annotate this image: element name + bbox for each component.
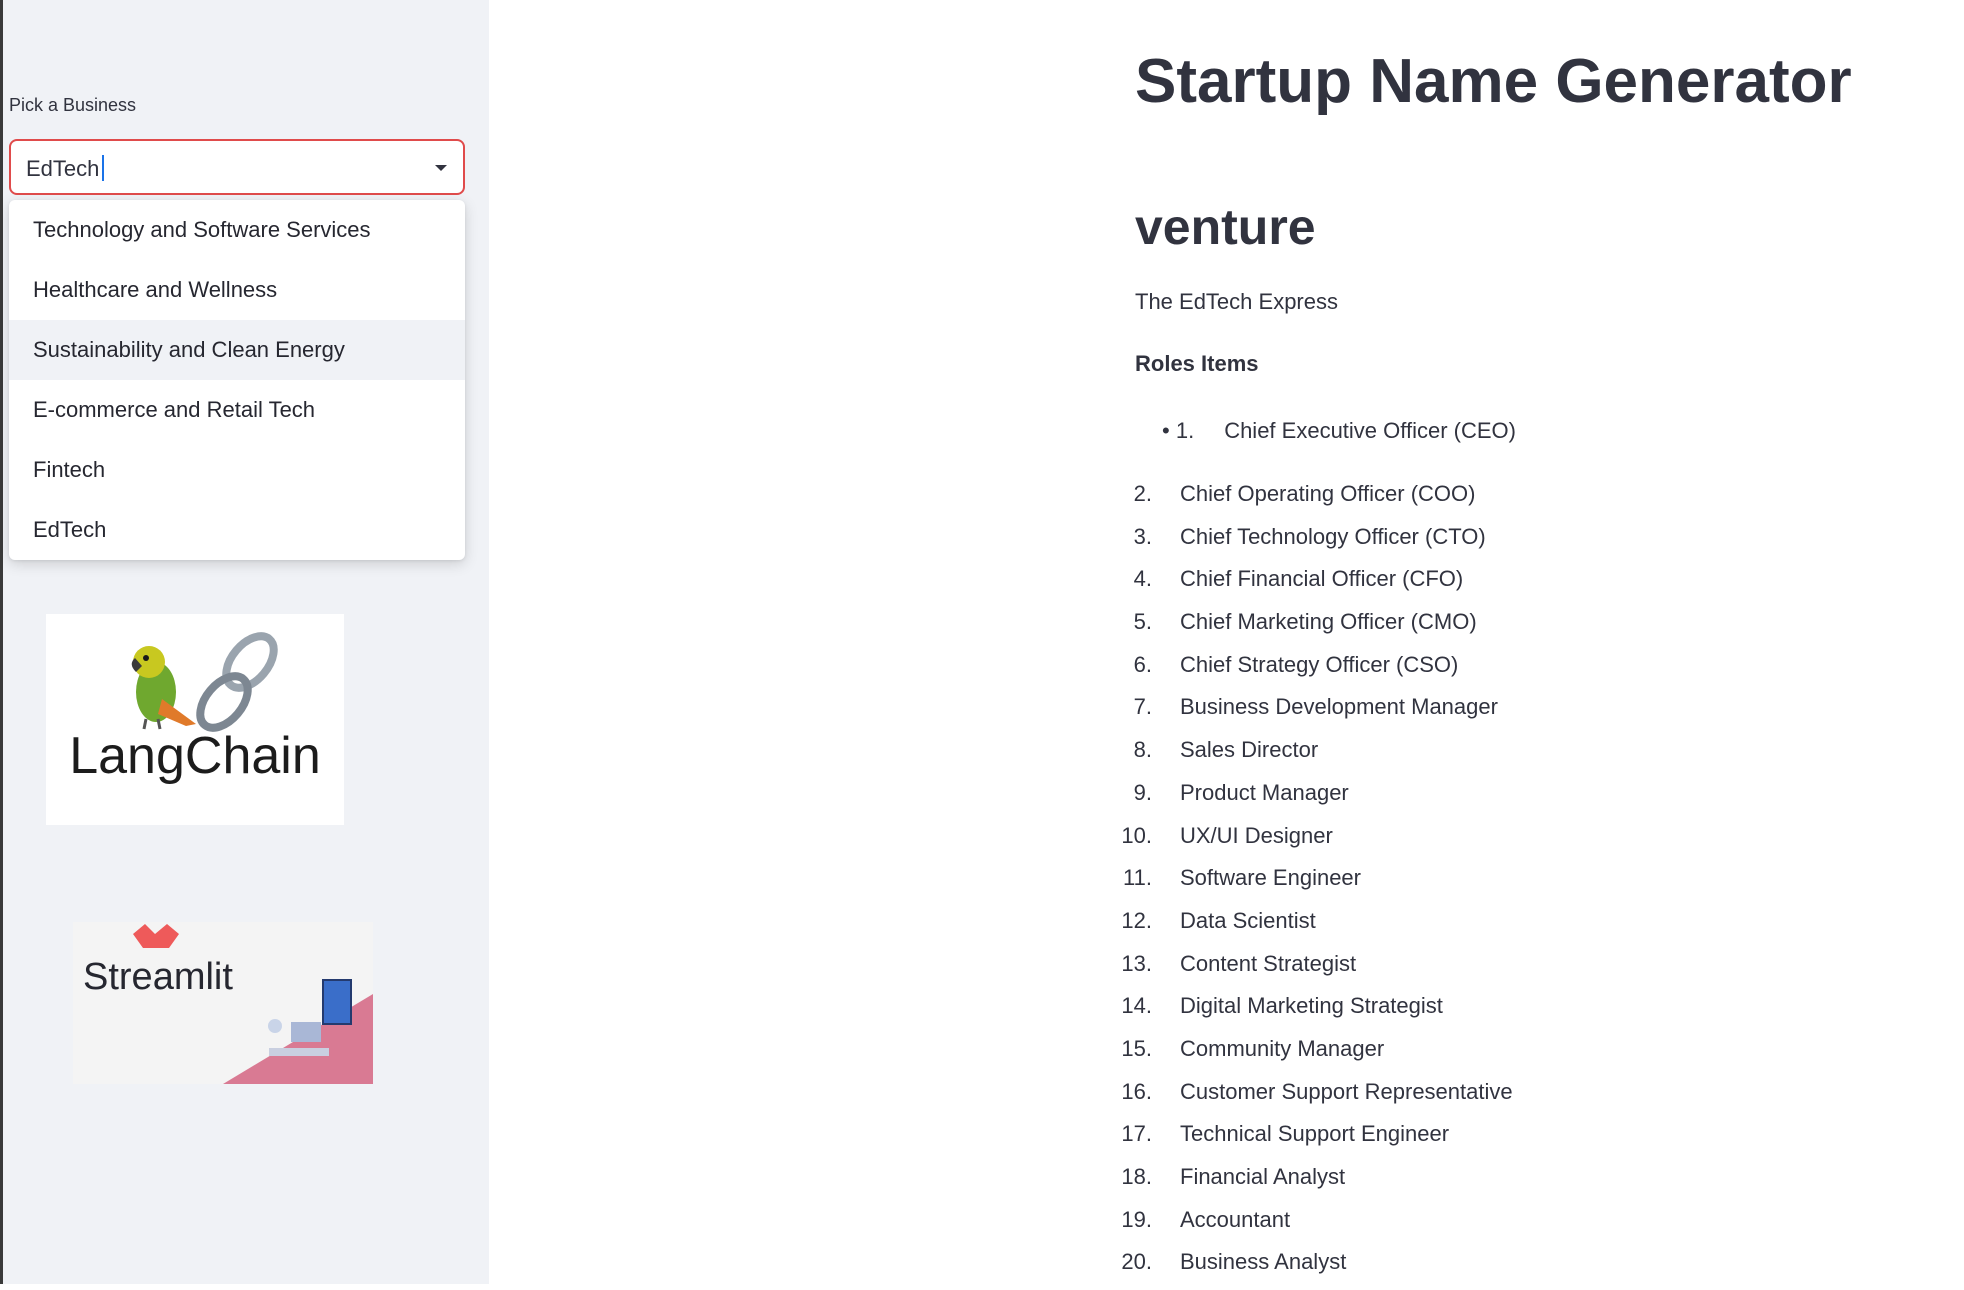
list-item: 4. Chief Financial Officer (CFO) bbox=[1100, 564, 1513, 607]
list-text: Product Manager bbox=[1180, 779, 1349, 805]
business-select[interactable]: EdTech bbox=[9, 139, 465, 195]
list-number: 20. bbox=[1121, 1249, 1152, 1275]
list-item: 10. UX/UI Designer bbox=[1100, 821, 1513, 864]
dropdown-option-highlighted[interactable]: Sustainability and Clean Energy bbox=[9, 320, 465, 380]
list-number: 10. bbox=[1121, 822, 1152, 848]
list-text: Chief Financial Officer (CFO) bbox=[1180, 566, 1464, 592]
list-number: 19. bbox=[1121, 1206, 1152, 1232]
list-item: 15. Community Manager bbox=[1100, 1034, 1513, 1077]
list-number: 4. bbox=[1133, 566, 1152, 592]
select-value-text: EdTech bbox=[26, 156, 100, 181]
list-item: 9. Product Manager bbox=[1100, 778, 1513, 821]
list-item: 8. Sales Director bbox=[1100, 735, 1513, 778]
list-text: Business Development Manager bbox=[1180, 694, 1498, 720]
list-text: Chief Strategy Officer (CSO) bbox=[1180, 651, 1459, 677]
list-number: 2. bbox=[1133, 481, 1152, 506]
list-number: 8. bbox=[1133, 737, 1152, 763]
list-text: Financial Analyst bbox=[1180, 1164, 1346, 1189]
list-text: Customer Support Representative bbox=[1180, 1078, 1513, 1104]
list-text: Chief Marketing Officer (CMO) bbox=[1180, 609, 1477, 635]
select-label: Pick a Business bbox=[9, 95, 137, 115]
list-text: Community Manager bbox=[1180, 1035, 1385, 1061]
list-number: 16. bbox=[1121, 1078, 1152, 1104]
list-item: 6. Chief Strategy Officer (CSO) bbox=[1100, 650, 1513, 693]
list-number: 7. bbox=[1133, 694, 1152, 720]
sidebar: Pick a Business EdTech Technology and So… bbox=[3, 0, 489, 1284]
select-input[interactable]: EdTech bbox=[26, 155, 105, 182]
list-item: 7. Business Development Manager bbox=[1100, 692, 1513, 735]
list-item: 19. Accountant bbox=[1100, 1205, 1513, 1248]
streamlit-crown-illustration bbox=[133, 924, 373, 1084]
list-text: Sales Director bbox=[1180, 737, 1319, 763]
list-number: 3. bbox=[1133, 523, 1152, 549]
list-text: Chief Executive Officer (CEO) bbox=[1224, 418, 1516, 443]
list-number: 17. bbox=[1121, 1121, 1152, 1147]
langchain-logo: LangChain bbox=[46, 614, 344, 825]
list-text: Accountant bbox=[1180, 1206, 1291, 1232]
dropdown-menu: Technology and Software Services Healthc… bbox=[9, 200, 465, 560]
list-item: 5. Chief Marketing Officer (CMO) bbox=[1100, 607, 1513, 650]
list-number: 9. bbox=[1133, 779, 1152, 805]
list-number: 18. bbox=[1121, 1164, 1152, 1189]
text-cursor bbox=[102, 155, 105, 181]
dropdown-option[interactable]: EdTech bbox=[9, 500, 465, 560]
list-item: 3. Chief Technology Officer (CTO) bbox=[1100, 522, 1513, 565]
roles-list: 2. Chief Operating Officer (COO) 3. Chief … bbox=[1100, 479, 1513, 1290]
list-number: 5. bbox=[1133, 609, 1152, 635]
roles-heading: Roles Items bbox=[1135, 351, 1259, 376]
streamlit-logo-text: Streamlit bbox=[83, 956, 233, 998]
dropdown-option[interactable]: E-commerce and Retail Tech bbox=[9, 380, 465, 440]
chevron-down-icon[interactable] bbox=[435, 165, 447, 171]
list-item: • 1. Chief Executive Officer (CEO) bbox=[1162, 418, 1516, 443]
page-title: Startup Name Generator bbox=[1135, 47, 1852, 116]
list-item: 11. Software Engineer bbox=[1100, 863, 1513, 906]
parrot-chain-icon bbox=[131, 632, 278, 732]
dropdown-option[interactable]: Fintech bbox=[9, 440, 465, 500]
list-number: 12. bbox=[1121, 907, 1152, 933]
list-text: Content Strategist bbox=[1180, 950, 1357, 976]
list-item: 2. Chief Operating Officer (COO) bbox=[1100, 479, 1513, 522]
list-text: UX/UI Designer bbox=[1180, 822, 1333, 848]
streamlit-logo: Streamlit bbox=[73, 922, 373, 1084]
list-number: 13. bbox=[1121, 950, 1152, 976]
list-item: 16. Customer Support Representative bbox=[1100, 1077, 1513, 1120]
list-item: 14. Digital Marketing Strategist bbox=[1100, 991, 1513, 1034]
list-number: 14. bbox=[1121, 993, 1152, 1019]
list-text: Chief Operating Officer (COO) bbox=[1180, 481, 1476, 506]
list-number: 6. bbox=[1133, 651, 1152, 677]
list-text: Digital Marketing Strategist bbox=[1180, 993, 1443, 1019]
list-number: 11. bbox=[1123, 865, 1152, 891]
list-item: 17. Technical Support Engineer bbox=[1100, 1119, 1513, 1162]
dropdown-option[interactable]: Technology and Software Services bbox=[9, 200, 465, 260]
generated-name: The EdTech Express bbox=[1135, 289, 1338, 314]
list-text: Software Engineer bbox=[1180, 865, 1361, 891]
subheading: venture bbox=[1135, 199, 1316, 255]
list-number: 1. bbox=[1175, 418, 1195, 443]
list-text: Chief Technology Officer (CTO) bbox=[1180, 523, 1486, 549]
list-number: 15. bbox=[1121, 1035, 1152, 1061]
list-text: Data Scientist bbox=[1180, 907, 1316, 933]
list-item: 13. Content Strategist bbox=[1100, 949, 1513, 992]
dropdown-option[interactable]: Healthcare and Wellness bbox=[9, 260, 465, 320]
langchain-logo-text: LangChain bbox=[69, 727, 321, 785]
list-item: 18. Financial Analyst bbox=[1100, 1162, 1513, 1205]
list-item: 12. Data Scientist bbox=[1100, 906, 1513, 949]
list-text: Technical Support Engineer bbox=[1180, 1121, 1450, 1147]
list-text: Business Analyst bbox=[1180, 1249, 1347, 1275]
